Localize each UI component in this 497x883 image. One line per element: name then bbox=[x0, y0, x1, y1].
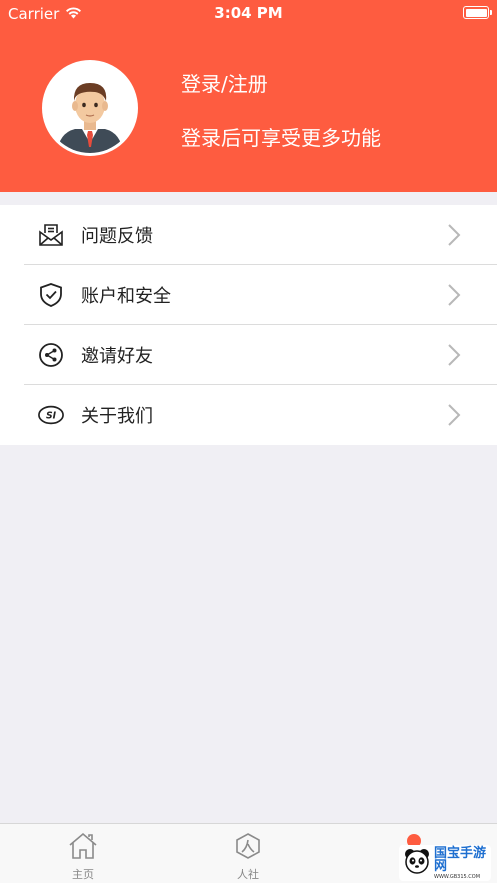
person-hex-icon bbox=[234, 833, 262, 864]
chevron-right-icon bbox=[447, 403, 461, 427]
profile-header: Carrier 3:04 PM 登录/注册 登录后可享受更多功能 bbox=[0, 0, 497, 192]
battery-icon bbox=[463, 6, 492, 19]
tab-home[interactable]: 主页 bbox=[33, 832, 133, 882]
share-icon bbox=[38, 342, 64, 368]
chevron-right-icon bbox=[447, 283, 461, 307]
menu-label: 问题反馈 bbox=[81, 226, 153, 247]
menu-item-invite-friends[interactable]: 邀请好友 bbox=[0, 325, 497, 385]
watermark-url: WWW.GB315.COM bbox=[434, 873, 481, 880]
login-register-link[interactable]: 登录/注册 bbox=[181, 68, 268, 97]
watermark-text: 国宝手游网 bbox=[434, 845, 487, 874]
tab-label: 主页 bbox=[72, 868, 94, 881]
status-bar: Carrier 3:04 PM bbox=[0, 0, 497, 26]
shield-check-icon bbox=[38, 282, 64, 308]
tab-label: 人社 bbox=[237, 868, 259, 881]
status-time: 3:04 PM bbox=[214, 4, 283, 22]
avatar[interactable] bbox=[42, 60, 138, 156]
chevron-right-icon bbox=[447, 343, 461, 367]
menu-label: 账户和安全 bbox=[81, 286, 171, 307]
svg-text:SI: SI bbox=[46, 411, 57, 422]
si-logo-icon: SI bbox=[38, 402, 64, 428]
panda-icon bbox=[403, 847, 431, 879]
login-benefit-text: 登录后可享受更多功能 bbox=[181, 126, 381, 150]
menu-item-account-security[interactable]: 账户和安全 bbox=[0, 265, 497, 325]
settings-menu: 问题反馈 账户和安全 邀请好友 SI 关于我们 bbox=[0, 205, 497, 445]
watermark-logo: 国宝手游网 WWW.GB315.COM bbox=[399, 845, 491, 881]
menu-label: 关于我们 bbox=[81, 406, 153, 427]
menu-item-about-us[interactable]: SI 关于我们 bbox=[0, 385, 497, 445]
menu-item-feedback[interactable]: 问题反馈 bbox=[0, 205, 497, 265]
home-icon bbox=[68, 832, 98, 864]
menu-label: 邀请好友 bbox=[81, 346, 153, 367]
user-avatar-icon bbox=[45, 63, 135, 153]
tab-social[interactable]: 人社 bbox=[198, 832, 298, 882]
chevron-right-icon bbox=[447, 223, 461, 247]
tab-bar: 主页 人社 国宝手游网 WWW.GB315.COM bbox=[0, 823, 497, 883]
feedback-envelope-icon bbox=[38, 222, 64, 248]
